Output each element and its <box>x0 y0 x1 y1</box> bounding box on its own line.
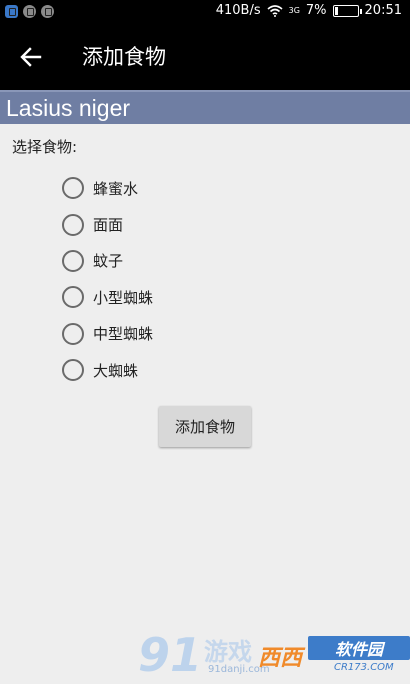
food-option[interactable]: 面面 <box>62 206 153 242</box>
action-bar: 添加食物 <box>0 24 410 90</box>
food-option[interactable]: 小型蜘蛛 <box>62 279 153 315</box>
wifi-icon <box>267 4 283 17</box>
signal-icon: 3G <box>288 5 300 15</box>
shield-icon <box>5 5 18 18</box>
notification-icons <box>5 5 54 18</box>
page-title: 添加食物 <box>82 45 166 69</box>
watermark-91: 91 <box>138 628 203 682</box>
radio-button[interactable] <box>62 249 84 272</box>
radio-button[interactable] <box>62 322 84 345</box>
back-button[interactable] <box>12 38 50 76</box>
food-option-label: 中型蜘蛛 <box>93 325 154 344</box>
food-option-label: 小型蜘蛛 <box>93 288 154 307</box>
choose-food-label: 选择食物: <box>12 138 78 156</box>
watermark-software-park: 软件园 <box>308 636 410 660</box>
species-name: Lasius niger <box>6 95 131 121</box>
food-option-label: 大蜘蛛 <box>93 361 139 380</box>
clock: 20:51 <box>364 3 402 18</box>
watermark: 91 游戏 91danji.com 西西 软件园 CR173.COM <box>138 630 410 684</box>
food-option[interactable]: 大蜘蛛 <box>62 352 153 388</box>
food-option[interactable]: 中型蜘蛛 <box>62 316 153 352</box>
watermark-game: 游戏 <box>204 638 252 666</box>
battery-percent: 7% <box>305 3 327 18</box>
food-radio-group: 蜂蜜水 面面 蚊子 小型蜘蛛 中型蜘蛛 大蜘蛛 <box>62 170 153 388</box>
radio-button[interactable] <box>62 213 84 236</box>
arrow-left-icon <box>20 47 42 67</box>
add-food-button[interactable]: 添加食物 <box>159 406 251 447</box>
net-speed: 410B/s <box>215 3 261 18</box>
watermark-cr-url: CR173.COM <box>334 662 394 673</box>
status-bar: 410B/s 3G 7% 20:51 <box>0 0 410 24</box>
watermark-xixi: 西西 <box>258 646 303 671</box>
species-header: Lasius niger <box>0 90 410 124</box>
lock-icon <box>23 5 36 18</box>
radio-button[interactable] <box>62 177 84 200</box>
food-option-label: 蚊子 <box>93 252 124 271</box>
radio-button[interactable] <box>62 286 84 309</box>
food-option[interactable]: 蜂蜜水 <box>62 170 153 206</box>
food-option-label: 蜂蜜水 <box>93 179 139 198</box>
battery-icon <box>332 4 362 17</box>
food-option[interactable]: 蚊子 <box>62 243 153 279</box>
food-option-label: 面面 <box>93 216 124 235</box>
radio-button[interactable] <box>62 359 84 382</box>
lock-icon <box>41 5 54 18</box>
